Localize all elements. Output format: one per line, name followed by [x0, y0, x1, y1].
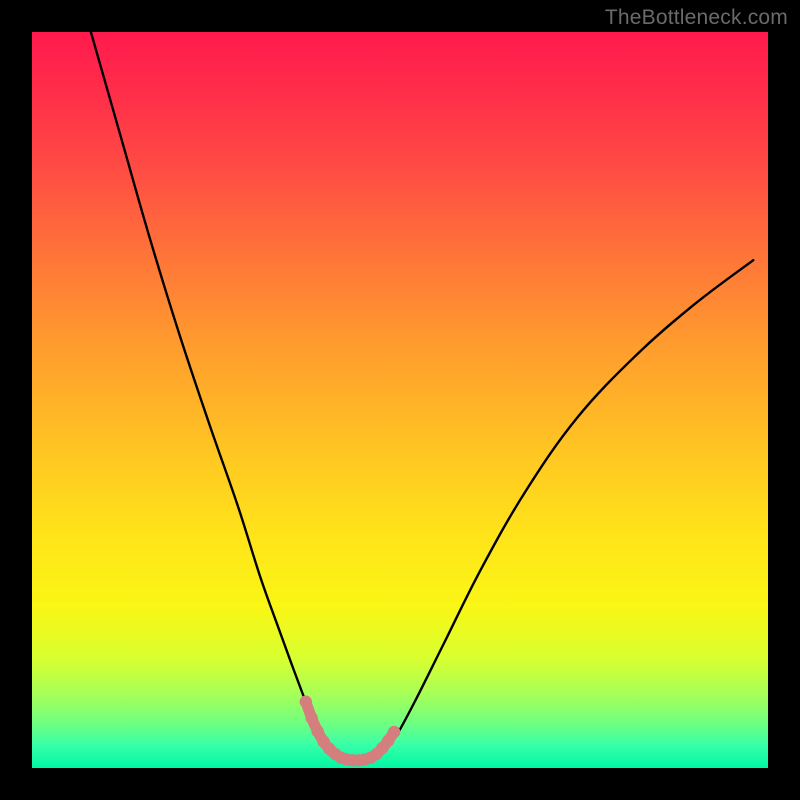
bottleneck-curve: [91, 32, 753, 761]
plot-area: [32, 32, 768, 768]
curve-svg: [32, 32, 768, 768]
chart-frame: TheBottleneck.com: [0, 0, 800, 800]
watermark-text: TheBottleneck.com: [605, 6, 788, 30]
highlight-dot: [388, 726, 400, 738]
bottleneck-highlight-dots: [300, 696, 401, 767]
highlight-dot: [300, 696, 312, 708]
highlight-dot: [305, 712, 317, 724]
